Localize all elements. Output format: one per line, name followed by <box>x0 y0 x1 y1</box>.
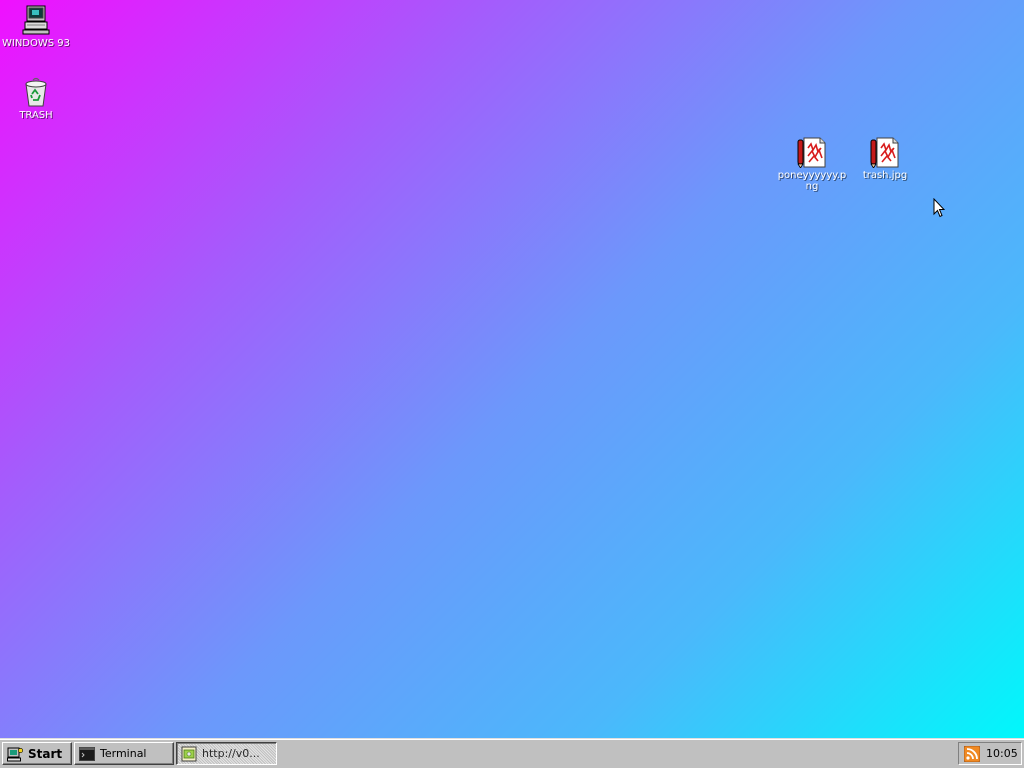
taskbar-item-terminal[interactable]: Terminal <box>74 742 174 765</box>
start-button[interactable]: Start <box>2 742 72 765</box>
desktop-icon-label: WINDOWS 93 <box>1 38 71 49</box>
desktop-icon-poney-png[interactable]: poneyyyyyy.png <box>776 136 848 192</box>
taskbar-item-label: Terminal <box>100 747 147 760</box>
computer-icon <box>22 5 50 35</box>
start-button-label: Start <box>28 746 63 761</box>
terminal-icon <box>79 746 95 761</box>
desktop-icon-label: poneyyyyyy.png <box>777 170 847 192</box>
mouse-cursor-icon <box>933 198 945 218</box>
system-tray: 10:05 <box>958 742 1022 765</box>
desktop-icon-trash[interactable]: TRASH <box>0 76 72 121</box>
desktop-icon-windows93[interactable]: WINDOWS 93 <box>0 4 72 49</box>
desktop-icon-label: trash.jpg <box>862 170 908 181</box>
taskbar: Start Terminal http://v0... 10:05 <box>0 738 1024 768</box>
desktop-icon-trash-jpg[interactable]: trash.jpg <box>849 136 921 181</box>
browser-icon <box>181 746 197 761</box>
desktop-icon-label: TRASH <box>19 110 53 121</box>
tray-clock[interactable]: 10:05 <box>986 747 1018 760</box>
taskbar-item-browser[interactable]: http://v0... <box>176 742 277 765</box>
image-file-icon <box>797 137 826 168</box>
windows93-logo-icon <box>7 747 23 761</box>
image-file-icon <box>870 137 899 168</box>
recycle-bin-icon <box>25 77 47 107</box>
taskbar-item-label: http://v0... <box>202 747 260 760</box>
rss-icon[interactable] <box>964 745 980 762</box>
desktop[interactable]: WINDOWS 93 TRASH poneyyyyyy.png trash.jp… <box>0 0 1024 738</box>
